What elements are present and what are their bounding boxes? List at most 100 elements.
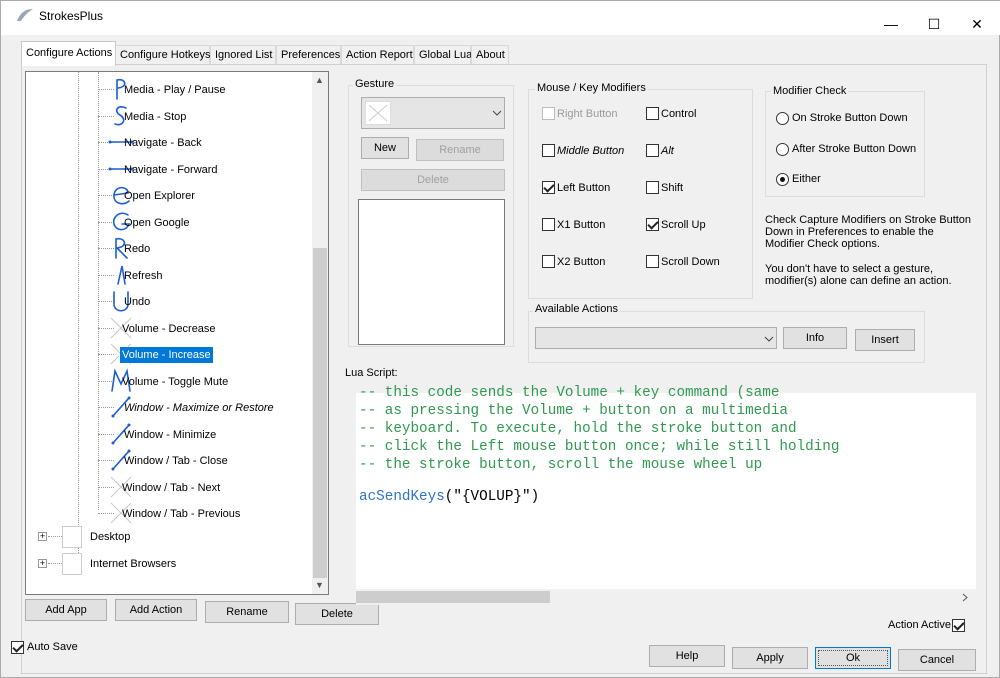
modifier-label: X2 Button — [557, 256, 606, 268]
add-app-button[interactable]: Add App — [25, 599, 107, 621]
modifier-checkbox[interactable] — [542, 181, 555, 194]
rename-button[interactable]: Rename — [205, 601, 289, 623]
delete-button[interactable]: Delete — [295, 603, 379, 625]
tree-item[interactable]: Open Google — [26, 209, 316, 235]
tree-item-label: Redo — [124, 243, 151, 255]
chevron-down-icon — [492, 110, 502, 116]
tree-item-label: Window / Tab - Next — [122, 481, 221, 494]
main-window: StrokesPlus — ☐ ✕ Configure Actions Conf… — [0, 0, 1000, 678]
scroll-right-arrow-icon[interactable] — [961, 593, 969, 602]
modifier-checkbox[interactable] — [646, 181, 659, 194]
radio-on-stroke-button-down[interactable] — [776, 112, 789, 125]
modifier-checkbox[interactable] — [646, 218, 659, 231]
tree-item[interactable]: Volume - Toggle Mute — [26, 367, 316, 394]
tree-item[interactable]: Open Explorer — [26, 182, 316, 208]
app-icon — [62, 553, 82, 575]
radio-after-stroke-button-down[interactable] — [776, 143, 789, 156]
minimize-button[interactable]: — — [873, 15, 909, 33]
tree-item[interactable]: Volume - Increase — [26, 341, 316, 367]
tree-group-label: Desktop — [90, 531, 131, 543]
available-actions-select[interactable] — [535, 327, 777, 349]
modifier-label: X1 Button — [557, 219, 606, 231]
tree-item[interactable]: Redo — [26, 235, 316, 261]
tree-item-label: Window / Tab - Close — [124, 455, 228, 467]
info-button[interactable]: Info — [783, 327, 847, 349]
tree-group-label: Internet Browsers — [90, 558, 177, 570]
tree-item-label: Media - Play / Pause — [124, 84, 226, 96]
tree-group-internet-browsers[interactable]: + Internet Browsers — [26, 551, 316, 577]
code-comment-line: -- click the Left mouse button once; whi… — [359, 439, 840, 455]
tree-item[interactable]: Window / Tab - Next — [26, 474, 316, 500]
tree-item-label: Refresh — [124, 269, 163, 282]
scroll-up-arrow-icon[interactable]: ▲ — [315, 75, 324, 85]
tab-ignored-list[interactable]: Ignored List — [210, 45, 276, 65]
new-gesture-button[interactable]: New — [361, 137, 409, 159]
tree-item[interactable]: Media - Play / Pause — [26, 76, 316, 102]
tree-item[interactable]: Window - Minimize — [26, 421, 316, 447]
chevron-down-icon — [764, 336, 774, 342]
lua-script-label: Lua Script: — [345, 367, 398, 379]
modifier-label: Shift — [661, 182, 684, 194]
tab-action-report[interactable]: Action Report — [341, 45, 414, 65]
tree-item[interactable]: Volume - Decrease — [26, 315, 316, 341]
close-button[interactable]: ✕ — [959, 15, 995, 33]
apply-button[interactable]: Apply — [732, 647, 808, 669]
tree-item[interactable]: Refresh — [26, 262, 316, 288]
radio-label: After Stroke Button Down — [792, 143, 917, 155]
insert-button[interactable]: Insert — [855, 329, 915, 351]
gesture-select[interactable] — [361, 97, 505, 129]
tab-global-lua[interactable]: Global Lua — [414, 45, 472, 65]
modifier-checkbox[interactable] — [646, 107, 659, 120]
tree-scroll-thumb[interactable] — [313, 248, 327, 578]
tab-about[interactable]: About — [471, 45, 509, 65]
tree-item-label: Open Google — [124, 216, 190, 229]
modifier-checkbox[interactable] — [542, 218, 555, 231]
modifier-checkbox[interactable] — [646, 144, 659, 157]
tree-item-label: Open Explorer — [124, 190, 195, 202]
scroll-down-arrow-icon[interactable]: ▼ — [315, 580, 324, 590]
tree-item-label: Media - Stop — [124, 110, 187, 123]
tree-item[interactable]: Window - Maximize or Restore — [26, 394, 316, 420]
tree-item-label: Volume - Increase — [119, 346, 214, 364]
tree-item-label: Navigate - Back — [124, 137, 202, 149]
tree-item[interactable]: Navigate - Back — [26, 129, 316, 155]
strokesplus-logo-icon — [17, 9, 33, 21]
editor-horizontal-scrollbar[interactable] — [356, 589, 976, 605]
modifier-checkbox[interactable] — [646, 255, 659, 268]
tree-item[interactable]: Media - Stop — [26, 103, 316, 129]
auto-save-checkbox[interactable] — [11, 641, 24, 654]
maximize-button[interactable]: ☐ — [916, 15, 952, 33]
actions-tree[interactable]: Media - Play / Pause Media - Stop Navigate… — [25, 71, 329, 595]
tab-configure-actions[interactable]: Configure Actions — [21, 41, 116, 66]
app-icon — [62, 526, 82, 548]
gesture-preview-icon — [365, 101, 391, 125]
lua-script-editor[interactable]: -- this code sends the Volume + key comm… — [356, 385, 976, 589]
tree-group-desktop[interactable]: + Desktop — [26, 524, 316, 550]
help-button[interactable]: Help — [649, 645, 725, 667]
cancel-button[interactable]: Cancel — [898, 649, 976, 671]
add-action-button[interactable]: Add Action — [115, 599, 197, 621]
gesture-list[interactable] — [358, 199, 505, 345]
tree-scrollbar[interactable]: ▲ ▼ — [312, 72, 328, 594]
tree-item[interactable]: Navigate - Forward — [26, 156, 316, 182]
modifier-checkbox[interactable] — [542, 107, 555, 120]
radio-label: On Stroke Button Down — [792, 112, 908, 124]
tab-configure-hotkeys[interactable]: Configure Hotkeys — [115, 45, 211, 65]
modifier-label: Scroll Down — [661, 256, 720, 268]
tree-item[interactable]: Undo — [26, 288, 316, 314]
radio-either[interactable] — [776, 173, 789, 186]
tab-preferences[interactable]: Preferences — [276, 45, 341, 65]
modifier-checkbox[interactable] — [542, 255, 555, 268]
editor-scroll-thumb[interactable] — [356, 591, 550, 603]
action-active-label: Action Active — [888, 619, 951, 631]
tree-item-label: Window / Tab - Previous — [122, 508, 241, 520]
rename-gesture-button[interactable]: Rename — [416, 139, 504, 161]
tree-item[interactable]: Window / Tab - Previous — [26, 500, 316, 526]
action-active-checkbox[interactable] — [952, 619, 965, 632]
modifier-checkbox[interactable] — [542, 144, 555, 157]
ok-button[interactable]: Ok — [815, 647, 891, 669]
delete-gesture-button[interactable]: Delete — [361, 169, 505, 191]
tree-item-label: Window - Minimize — [124, 428, 217, 441]
code-comment-line: -- the stroke button, scroll the mouse w… — [359, 457, 763, 473]
tree-item[interactable]: Window / Tab - Close — [26, 447, 316, 473]
